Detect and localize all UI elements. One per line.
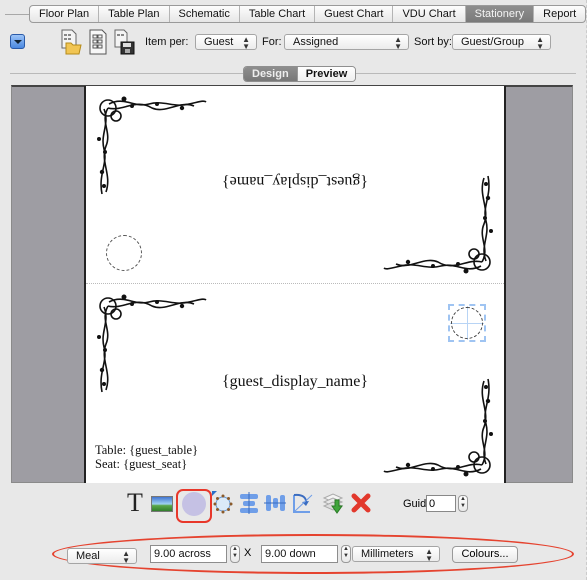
tab-table-plan[interactable]: Table Plan xyxy=(99,6,170,22)
tab-vdu-chart[interactable]: VDU Chart xyxy=(393,6,466,22)
place-card-page[interactable]: {guest_display_name} {guest_display_name… xyxy=(84,86,506,483)
tab-guest-chart[interactable]: Guest Chart xyxy=(315,6,394,22)
toolbar: Item per: Guest ▲ ▼ For: Assigned ▲ ▼ Sort… xyxy=(0,28,587,56)
for-value: Assigned xyxy=(293,36,339,48)
tab-schematic[interactable]: Schematic xyxy=(170,6,240,22)
tool-palette: T xyxy=(0,488,587,518)
disclosure-triangle-icon[interactable] xyxy=(10,34,25,49)
sort-by-value: Guest/Group xyxy=(461,36,524,48)
shape-handles-icon[interactable] xyxy=(211,490,233,514)
top-card-circle-shape[interactable] xyxy=(106,235,142,271)
guides-stepper[interactable]: ▲ ▼ xyxy=(458,495,468,512)
circle-outline xyxy=(451,307,483,339)
seat-line: Seat: {guest_seat} xyxy=(95,457,188,471)
preview-button[interactable]: Preview xyxy=(296,67,356,81)
corner-ornament-top-left xyxy=(97,96,207,195)
across-input[interactable] xyxy=(150,545,227,563)
guides-input[interactable] xyxy=(426,495,456,512)
select-arrows-icon: ▲ ▼ xyxy=(394,35,402,51)
down-stepper[interactable]: ▲ ▼ xyxy=(341,545,351,563)
item-per-label: Item per: xyxy=(145,36,189,48)
design-button[interactable]: Design xyxy=(244,67,297,81)
select-arrows-icon: ▲ ▼ xyxy=(242,35,250,51)
layers-down-icon[interactable] xyxy=(322,492,344,514)
units-value: Millimeters xyxy=(361,548,414,560)
table-line: Table: {guest_table} xyxy=(95,443,199,457)
rotate-flip-icon[interactable] xyxy=(291,492,313,514)
type-select[interactable]: Meal ▲ ▼ xyxy=(67,548,137,565)
image-tool-icon[interactable] xyxy=(151,496,173,512)
sort-by-label: Sort by: xyxy=(414,36,452,48)
tab-bar: Floor Plan Table Plan Schematic Table Ch… xyxy=(29,5,587,23)
for-select[interactable]: Assigned ▲ ▼ xyxy=(284,34,409,51)
type-value: Meal xyxy=(76,550,100,562)
align-horizontal-icon[interactable] xyxy=(238,492,260,514)
text-tool-icon[interactable]: T xyxy=(124,490,146,516)
down-input[interactable] xyxy=(261,545,338,563)
top-card-guest-name[interactable]: {guest_display_name} xyxy=(86,172,504,190)
tab-floor-plan[interactable]: Floor Plan xyxy=(30,6,100,22)
item-per-value: Guest xyxy=(204,36,234,48)
stationery-window: Floor Plan Table Plan Schematic Table Ch… xyxy=(0,0,587,580)
bottom-card-guest-name[interactable]: {guest_display_name} xyxy=(86,373,504,391)
select-arrows-icon: ▲ ▼ xyxy=(122,549,130,565)
tab-report[interactable]: Report xyxy=(534,6,585,22)
x-label: X xyxy=(244,547,252,559)
sort-by-select[interactable]: Guest/Group ▲ ▼ xyxy=(452,34,551,51)
item-per-select[interactable]: Guest ▲ ▼ xyxy=(195,34,257,51)
selected-circle-shape[interactable] xyxy=(448,304,486,342)
for-label: For: xyxy=(262,36,282,48)
document-layout-icon[interactable] xyxy=(87,29,109,55)
colours-button[interactable]: Colours... xyxy=(452,546,518,563)
align-vertical-icon[interactable] xyxy=(264,492,286,514)
save-document-icon[interactable] xyxy=(113,29,135,55)
tab-stationery[interactable]: Stationery xyxy=(465,6,535,22)
open-document-icon[interactable] xyxy=(60,29,82,55)
design-canvas: {guest_display_name} {guest_display_name… xyxy=(11,85,573,483)
card-fold-line xyxy=(86,283,504,284)
view-toggle: Design Preview xyxy=(243,66,357,82)
selected-tool-highlight xyxy=(176,489,212,523)
tab-table-chart[interactable]: Table Chart xyxy=(240,6,316,22)
units-select[interactable]: Millimeters ▲ ▼ xyxy=(352,546,440,563)
table-seat-text[interactable]: Table: {guest_table} Seat: {guest_seat} xyxy=(95,443,198,471)
delete-icon[interactable] xyxy=(350,492,372,514)
select-arrows-icon: ▲ ▼ xyxy=(536,35,544,51)
across-stepper[interactable]: ▲ ▼ xyxy=(230,545,240,563)
select-arrows-icon: ▲ ▼ xyxy=(425,547,433,563)
